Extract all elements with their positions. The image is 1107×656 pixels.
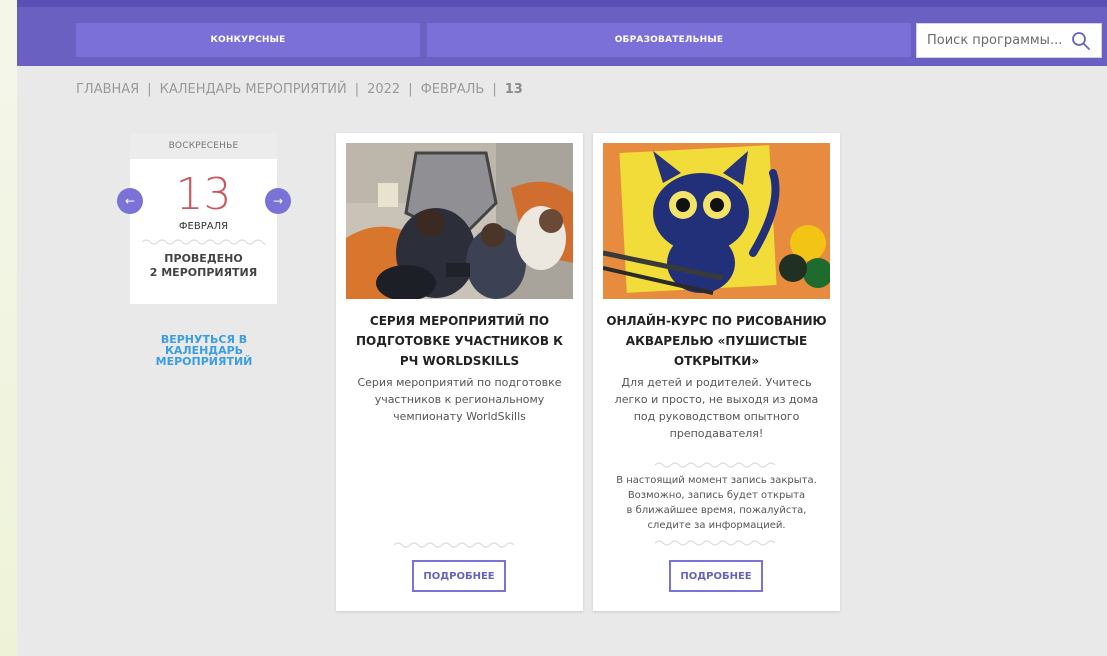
- note-line: следите за информацией.: [647, 520, 786, 531]
- wavy-divider: [655, 462, 776, 468]
- event-title-line: ПОДГОТОВКЕ УЧАСТНИКОВ К: [356, 334, 563, 348]
- search-input[interactable]: [917, 25, 1067, 56]
- event-description-line: преподавателя!: [669, 427, 764, 440]
- breadcrumb-separator: |: [492, 82, 497, 97]
- breadcrumb-home[interactable]: ГЛАВНАЯ: [76, 82, 139, 97]
- event-image-cat-painting[interactable]: [603, 143, 830, 299]
- event-description: Серия мероприятий по подготовке участник…: [348, 374, 571, 425]
- event-title-line: АКВАРЕЛЬЮ «ПУШИСТЫЕ: [625, 334, 808, 348]
- nav-educational-button[interactable]: ОБРАЗОВАТЕЛЬНЫЕ: [427, 23, 911, 57]
- day-number: 13: [175, 169, 232, 220]
- event-title-line: РЧ WORLDSKILLS: [399, 354, 520, 368]
- event-description-line: чемпионату WorldSkills: [393, 410, 526, 423]
- search-box: [916, 23, 1102, 58]
- breadcrumb-year[interactable]: 2022: [367, 82, 400, 97]
- event-card: СЕРИЯ МЕРОПРИЯТИЙ ПО ПОДГОТОВКЕ УЧАСТНИК…: [336, 133, 583, 611]
- more-details-button[interactable]: ПОДРОБНЕЕ: [412, 560, 506, 592]
- event-title[interactable]: ОНЛАЙН-КУРС ПО РИСОВАНИЮ АКВАРЕЛЬЮ «ПУШИ…: [603, 311, 830, 371]
- date-panel: ВОСКРЕСЕНЬЕ 13 ФЕВРАЛЯ ПРОВЕДЕНО 2 МЕРОП…: [130, 133, 277, 304]
- breadcrumb-current-day: 13: [504, 82, 523, 97]
- event-title-line: ОТКРЫТКИ»: [673, 354, 760, 368]
- events-held-count: ПРОВЕДЕНО 2 МЕРОПРИЯТИЯ: [130, 252, 277, 280]
- back-link-line1: ВЕРНУТЬСЯ В КАЛЕНДАРЬ: [160, 333, 248, 357]
- left-decorative-strip: [0, 0, 17, 656]
- back-to-calendar-link[interactable]: ВЕРНУТЬСЯ В КАЛЕНДАРЬ МЕРОПРИЯТИЙ: [120, 334, 288, 367]
- more-details-button[interactable]: ПОДРОБНЕЕ: [669, 560, 763, 592]
- wavy-divider: [394, 542, 515, 548]
- event-description-line: Для детей и родителей. Учитесь: [621, 376, 812, 389]
- event-title-line: СЕРИЯ МЕРОПРИЯТИЙ ПО: [369, 314, 550, 328]
- next-day-arrow-icon[interactable]: →: [265, 188, 291, 214]
- breadcrumb-calendar[interactable]: КАЛЕНДАРЬ МЕРОПРИЯТИЙ: [160, 82, 347, 97]
- breadcrumb-separator: |: [147, 82, 152, 97]
- month-name: ФЕВРАЛЯ: [178, 221, 229, 232]
- wavy-divider: [141, 239, 266, 245]
- breadcrumb-month[interactable]: ФЕВРАЛЬ: [421, 82, 485, 97]
- note-line: в ближайшее время, пожалуйста,: [626, 505, 807, 516]
- event-description-line: Серия мероприятий по подготовке: [357, 376, 562, 389]
- note-line: В настоящий момент запись закрыта.: [616, 475, 817, 486]
- nav-competitive-button[interactable]: КОНКУРСНЫЕ: [76, 23, 420, 57]
- events-held-line1: ПРОВЕДЕНО: [164, 252, 243, 265]
- event-description: Для детей и родителей. Учитесь легко и п…: [605, 374, 828, 442]
- wavy-divider: [655, 540, 776, 546]
- note-line: Возможно, запись будет открыта: [627, 490, 806, 501]
- breadcrumb: ГЛАВНАЯ | КАЛЕНДАРЬ МЕРОПРИЯТИЙ | 2022 |…: [76, 82, 523, 97]
- back-link-line2: МЕРОПРИЯТИЙ: [155, 355, 253, 368]
- breadcrumb-separator: |: [354, 82, 360, 97]
- events-held-line2: 2 МЕРОПРИЯТИЯ: [149, 266, 258, 279]
- event-image-workshop[interactable]: [346, 143, 573, 299]
- event-title[interactable]: СЕРИЯ МЕРОПРИЯТИЙ ПО ПОДГОТОВКЕ УЧАСТНИК…: [346, 311, 573, 371]
- event-description-line: легко и просто, не выходя из дома: [614, 393, 819, 406]
- event-card: ОНЛАЙН-КУРС ПО РИСОВАНИЮ АКВАРЕЛЬЮ «ПУШИ…: [593, 133, 840, 611]
- registration-closed-note: В настоящий момент запись закрыта. Возмо…: [603, 473, 830, 533]
- search-icon[interactable]: [1071, 31, 1091, 51]
- event-title-line: ОНЛАЙН-КУРС ПО РИСОВАНИЮ: [606, 314, 827, 328]
- breadcrumb-separator: |: [408, 82, 413, 97]
- top-navigation-bar: КОНКУРСНЫЕ ОБРАЗОВАТЕЛЬНЫЕ: [17, 0, 1107, 66]
- event-description-line: участников к региональному: [374, 393, 545, 406]
- prev-day-arrow-icon[interactable]: ←: [117, 188, 143, 214]
- event-description-line: под руководством опытного: [633, 410, 800, 423]
- day-of-week: ВОСКРЕСЕНЬЕ: [130, 133, 277, 159]
